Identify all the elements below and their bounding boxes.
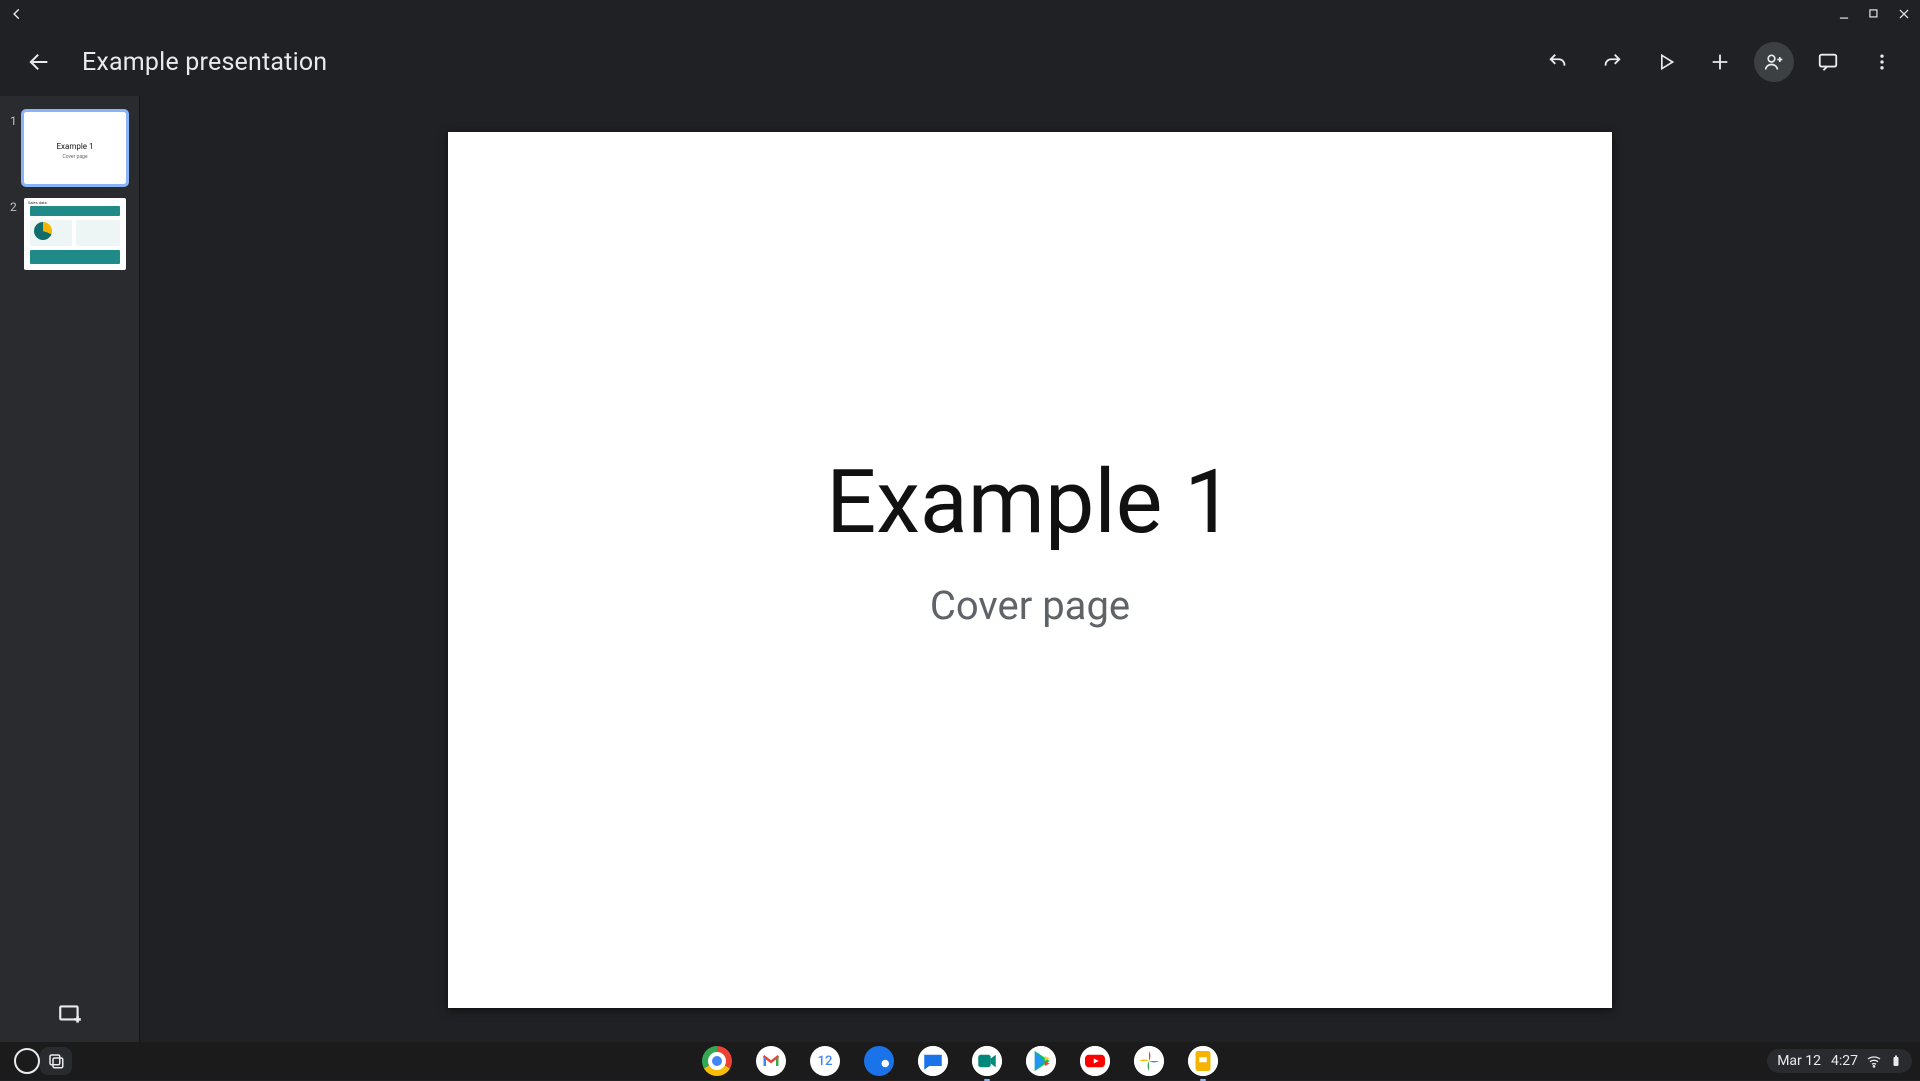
slides-icon[interactable] bbox=[1188, 1046, 1218, 1076]
photos-icon[interactable] bbox=[1134, 1046, 1164, 1076]
window-minimize-icon[interactable] bbox=[1834, 4, 1854, 24]
add-button[interactable] bbox=[1700, 42, 1740, 82]
battery-icon bbox=[1890, 1053, 1902, 1069]
youtube-icon[interactable] bbox=[1080, 1046, 1110, 1076]
os-shelf: 12 Mar 12 4:27 bbox=[0, 1042, 1920, 1080]
back-button[interactable] bbox=[22, 44, 58, 80]
comments-button[interactable] bbox=[1808, 42, 1848, 82]
window-maximize-icon[interactable] bbox=[1864, 4, 1884, 24]
status-date: Mar 12 bbox=[1777, 1053, 1821, 1069]
launcher-button[interactable] bbox=[14, 1048, 40, 1074]
slide-thumbnail-1[interactable]: Example 1 Cover page bbox=[24, 112, 126, 184]
gmail-icon[interactable] bbox=[756, 1046, 786, 1076]
app-header: Example presentation bbox=[0, 28, 1920, 96]
undo-button[interactable] bbox=[1538, 42, 1578, 82]
files-icon[interactable] bbox=[864, 1046, 894, 1076]
status-time: 4:27 bbox=[1831, 1053, 1858, 1069]
messages-icon[interactable] bbox=[918, 1046, 948, 1076]
status-tray[interactable]: Mar 12 4:27 bbox=[1767, 1049, 1912, 1073]
slide-number: 2 bbox=[10, 198, 24, 270]
present-button[interactable] bbox=[1646, 42, 1686, 82]
wifi-icon bbox=[1866, 1053, 1882, 1069]
slide-number: 1 bbox=[10, 112, 24, 184]
slide-thumbnail-2[interactable]: Sales data bbox=[24, 198, 126, 270]
calendar-icon[interactable]: 12 bbox=[810, 1046, 840, 1076]
play-store-icon[interactable] bbox=[1026, 1046, 1056, 1076]
current-slide[interactable]: Example 1 Cover page bbox=[448, 132, 1612, 1008]
browser-back-icon[interactable] bbox=[10, 7, 24, 21]
presentation-title[interactable]: Example presentation bbox=[82, 48, 327, 77]
notifications-button[interactable] bbox=[40, 1047, 72, 1075]
window-close-icon[interactable] bbox=[1894, 4, 1914, 24]
slide-subtitle[interactable]: Cover page bbox=[930, 582, 1130, 629]
share-button[interactable] bbox=[1754, 42, 1794, 82]
new-slide-button[interactable] bbox=[0, 994, 139, 1034]
more-options-button[interactable] bbox=[1862, 42, 1902, 82]
slide-title[interactable]: Example 1 bbox=[826, 451, 1233, 554]
slide-thumbnail-panel: 1 Example 1 Cover page 2 Sales data bbox=[0, 96, 140, 1042]
redo-button[interactable] bbox=[1592, 42, 1632, 82]
chrome-icon[interactable] bbox=[702, 1046, 732, 1076]
slide-canvas[interactable]: Example 1 Cover page bbox=[140, 96, 1920, 1042]
meet-icon[interactable] bbox=[972, 1046, 1002, 1076]
